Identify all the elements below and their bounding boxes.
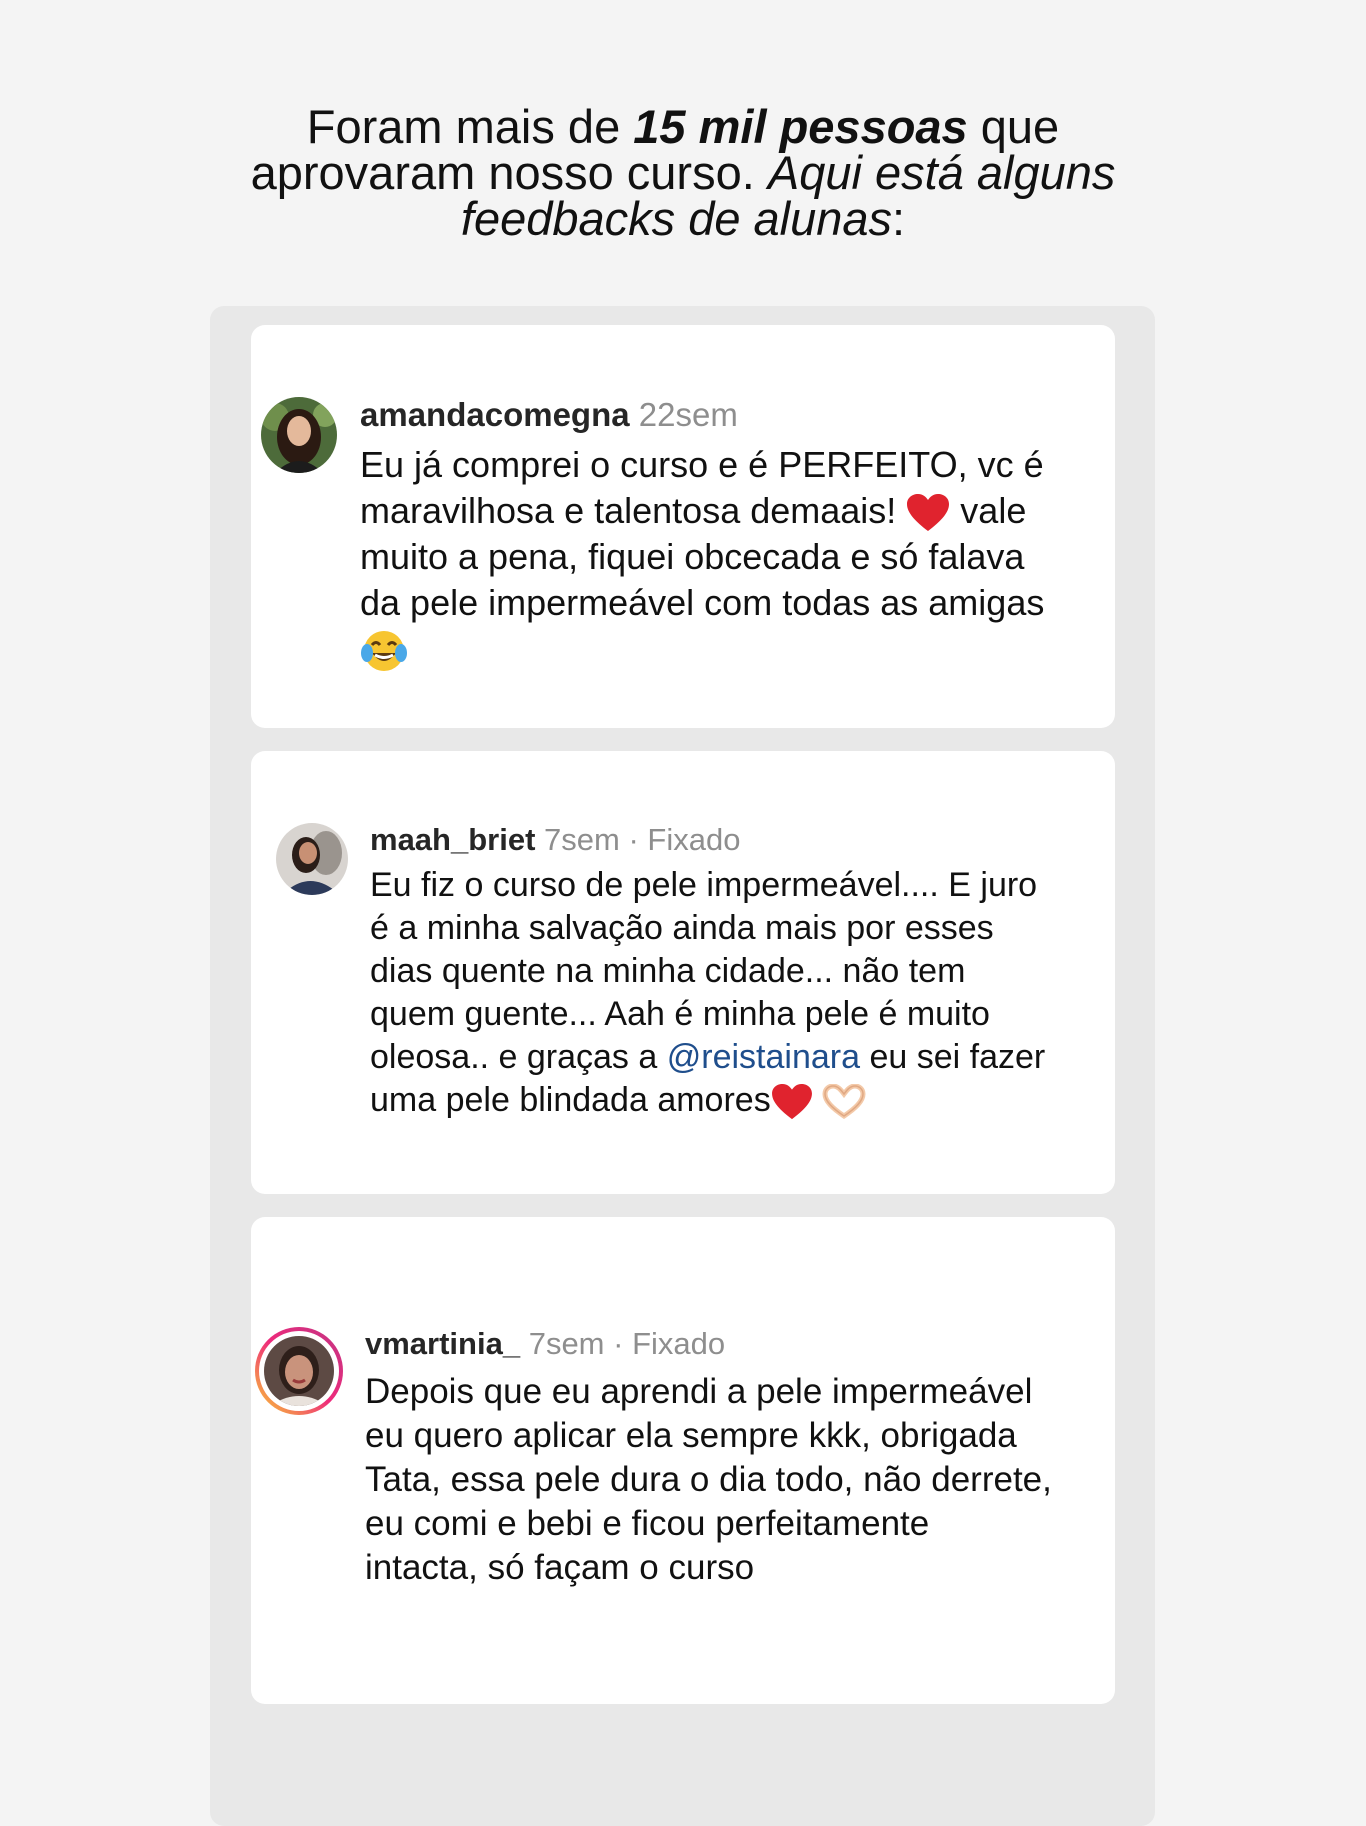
pinned-label: Fixado [647, 822, 741, 857]
heart-hands-icon [822, 1084, 866, 1120]
comment-text: Eu fiz o curso de pele impermeável.... E… [370, 864, 1045, 1122]
user-avatar[interactable] [261, 397, 337, 473]
username[interactable]: amandacomegna [360, 396, 630, 433]
comment: vmartinia_ 7sem · Fixado Depois que eu a… [365, 1327, 1052, 1590]
timestamp: 7sem [544, 822, 620, 857]
comment: maah_briet 7sem · Fixado Eu fiz o curso … [370, 823, 1045, 1122]
comment-text: Eu já comprei o curso e é PERFEITO, vc é… [360, 442, 1044, 673]
comment-meta: vmartinia_ 7sem · Fixado [365, 1326, 726, 1361]
tears-of-joy-icon [360, 629, 408, 673]
red-heart-icon [771, 1083, 813, 1121]
user-avatar[interactable] [276, 823, 348, 895]
username[interactable]: vmartinia_ [365, 1326, 520, 1361]
avatar-photo-icon [261, 397, 337, 473]
comment-meta: amandacomegna 22sem [360, 397, 1044, 433]
timestamp: 22sem [638, 396, 738, 433]
comment-text: Depois que eu aprendi a pele impermeável… [365, 1372, 1052, 1587]
headline-line-2: aprovaram nosso curso. Aqui está alguns [250, 146, 1116, 199]
mention-link[interactable]: @reistainara [667, 1038, 860, 1076]
comment: amandacomegna 22sem Eu já comprei o curs… [360, 397, 1044, 673]
timestamp: 7sem [528, 1326, 605, 1361]
username[interactable]: maah_briet [370, 822, 535, 857]
headline-line-3: feedbacks de alunas: [460, 192, 906, 245]
headline: Foram mais de 15 mil pessoas que aprovar… [183, 100, 1183, 245]
avatar-photo-icon [264, 1336, 334, 1406]
comment-meta: maah_briet 7sem · Fixado [370, 822, 741, 857]
user-avatar-story-ring[interactable] [255, 1327, 343, 1415]
avatar-photo-icon [276, 823, 348, 895]
pinned-label: Fixado [632, 1326, 726, 1361]
headline-line-1: Foram mais de 15 mil pessoas que [306, 100, 1060, 153]
red-heart-icon [906, 493, 950, 533]
